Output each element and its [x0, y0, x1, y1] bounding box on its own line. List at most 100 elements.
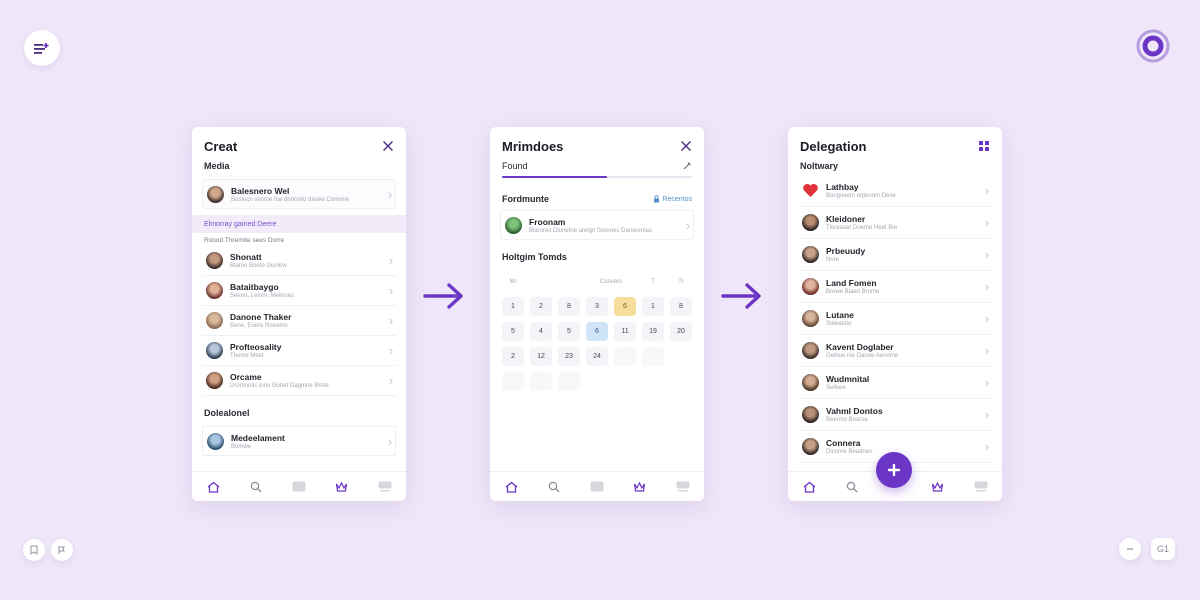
card-icon[interactable]	[292, 480, 306, 494]
bottom-left-button-1[interactable]	[23, 539, 45, 561]
calendar-weekday: T	[651, 278, 655, 285]
arrow-right-icon	[423, 283, 463, 309]
calendar-day[interactable]: 8	[670, 297, 692, 316]
inbox-icon[interactable]	[378, 480, 392, 494]
list-item[interactable]: Froonam Blarores Diunetne arelgn Sorenes…	[500, 210, 694, 240]
calendar-day[interactable]: 1	[502, 297, 524, 316]
calendar-day-empty	[642, 347, 664, 366]
calendar-day[interactable]: 3	[586, 297, 608, 316]
search-icon[interactable]	[547, 480, 561, 494]
avatar	[206, 342, 223, 359]
close-icon[interactable]	[382, 140, 394, 152]
calendar-day-selected[interactable]: 6	[586, 322, 608, 341]
home-icon[interactable]	[802, 480, 816, 494]
calendar-spacer	[670, 347, 692, 366]
home-icon[interactable]	[504, 480, 518, 494]
panel-create: Creat Media Balesnero Wel Bostecn vanme …	[192, 127, 406, 501]
calendar-weekday: Convers	[599, 278, 623, 285]
list-item[interactable]: Profteosality Theme Meet ›	[202, 336, 396, 366]
calendar-day[interactable]: 11	[614, 322, 636, 341]
highlight-text: Elmorray gamed Deere	[204, 220, 277, 228]
list-item[interactable]: Wudmnital Sellvee ›	[798, 367, 992, 399]
item-subtitle: Nore	[826, 257, 840, 263]
chevron-right-icon: ›	[388, 373, 394, 388]
bottom-right-button-minus[interactable]	[1119, 538, 1141, 560]
tab-found[interactable]: Found	[502, 161, 528, 171]
calendar-day[interactable]: 8	[558, 297, 580, 316]
list-item[interactable]: Medeelament Bomwe ›	[202, 426, 396, 456]
calendar-day-empty	[530, 372, 552, 391]
list-item[interactable]: Danone Thaker Bene, Eoere Roeame ›	[202, 306, 396, 336]
search-icon[interactable]	[249, 480, 263, 494]
calendar-day[interactable]: 2	[530, 297, 552, 316]
item-title: Lutane	[826, 310, 854, 320]
grid-icon[interactable]	[978, 140, 990, 152]
list-item[interactable]: Shonatt Blaroe Boeto Gunlew ›	[202, 246, 396, 276]
calendar-day[interactable]: 4	[530, 322, 552, 341]
list-item[interactable]: Kleidoner Tloreaser Doeme Heet Bie ›	[798, 207, 992, 239]
avatar	[206, 282, 223, 299]
list-item[interactable]: Land Fomen Brewe Blaed Brome ›	[798, 271, 992, 303]
avatar	[802, 374, 819, 391]
bottom-left-button-2[interactable]	[51, 539, 73, 561]
avatar	[802, 310, 819, 327]
list-item[interactable]: Balesnero Wel Bostecn vanme foe dnnrorto…	[202, 179, 396, 209]
edit-icon[interactable]	[682, 161, 692, 171]
calendar-day[interactable]: 19	[642, 322, 664, 341]
section-label: Media	[204, 161, 230, 171]
calendar-day[interactable]: 5	[502, 322, 524, 341]
item-title: Bataitbaygo	[230, 282, 279, 292]
group-header: Roood Thremite sees Dorre	[204, 237, 285, 244]
calendar-day[interactable]: 20	[670, 322, 692, 341]
calendar-day[interactable]: 12	[530, 347, 552, 366]
menu-add-button[interactable]	[24, 30, 60, 66]
search-icon[interactable]	[845, 480, 859, 494]
calendar-weekday: Tr	[678, 278, 684, 285]
crown-icon[interactable]	[931, 480, 945, 494]
chevron-right-icon: ›	[387, 186, 393, 202]
calendar-day[interactable]: 2	[502, 347, 524, 366]
list-item[interactable]: Lutane Soleatoto ›	[798, 303, 992, 335]
avatar	[802, 246, 819, 263]
bottom-right-badge[interactable]: G1	[1151, 538, 1175, 560]
item-title: Land Fomen	[826, 278, 877, 288]
calendar-day[interactable]: 1	[642, 297, 664, 316]
list-item[interactable]: Prbeuudy Nore ›	[798, 239, 992, 271]
crown-icon[interactable]	[335, 480, 349, 494]
close-icon[interactable]	[680, 140, 692, 152]
calendar-day-highlighted[interactable]: 6	[614, 297, 636, 316]
lock-icon	[654, 195, 660, 203]
chevron-right-icon: ›	[388, 283, 394, 298]
highlight-banner[interactable]: Elmorray gamed Deere	[192, 215, 406, 233]
calendar-grid: Mr Convers T Tr 1 2 8 3 6 1 8 5 4 5 6 11…	[490, 272, 704, 391]
item-title: Orcame	[230, 372, 262, 382]
card-icon[interactable]	[590, 480, 604, 494]
panel-delegation: Delegation Noltwary Lathbay Bongoeem eqt…	[788, 127, 1002, 501]
item-title: Froonam	[529, 216, 566, 227]
item-subtitle: Bene, Eoere Roeame	[230, 323, 288, 329]
calendar-day-empty	[614, 347, 636, 366]
calendar-day[interactable]: 5	[558, 322, 580, 341]
add-fab-button[interactable]	[876, 452, 912, 488]
section-row: Fordmunte Recentos	[490, 194, 704, 204]
inbox-icon[interactable]	[676, 480, 690, 494]
chevron-right-icon: ›	[984, 215, 990, 230]
calendar-weekday: Mr	[509, 278, 517, 285]
list-item[interactable]: Lathbay Bongoeem eqteoom Dese ›	[798, 175, 992, 207]
panel-header: Mrimdoes	[490, 127, 704, 165]
calendar-day[interactable]: 24	[586, 347, 608, 366]
brand-logo[interactable]	[1135, 28, 1171, 64]
calendar-day-empty	[502, 372, 524, 391]
home-icon[interactable]	[206, 480, 220, 494]
inbox-icon[interactable]	[974, 480, 988, 494]
calendar-day[interactable]: 23	[558, 347, 580, 366]
list-item[interactable]: Kavent Doglaber Gelhoe nie Danoe Aenome …	[798, 335, 992, 367]
section-label: Dolealonel	[204, 408, 250, 418]
item-title: Lathbay	[826, 182, 859, 192]
item-subtitle: Blaroe Boeto Gunlew	[230, 263, 287, 269]
recent-link[interactable]: Recentos	[653, 195, 692, 203]
list-item[interactable]: Vahml Dontos Beermo Boarse ›	[798, 399, 992, 431]
list-item[interactable]: Orcame Dromnotic inno Goterl Dagmne Brot…	[202, 366, 396, 396]
crown-icon[interactable]	[633, 480, 647, 494]
list-item[interactable]: Bataitbaygo Seeno, Lemm, Meeroes ›	[202, 276, 396, 306]
